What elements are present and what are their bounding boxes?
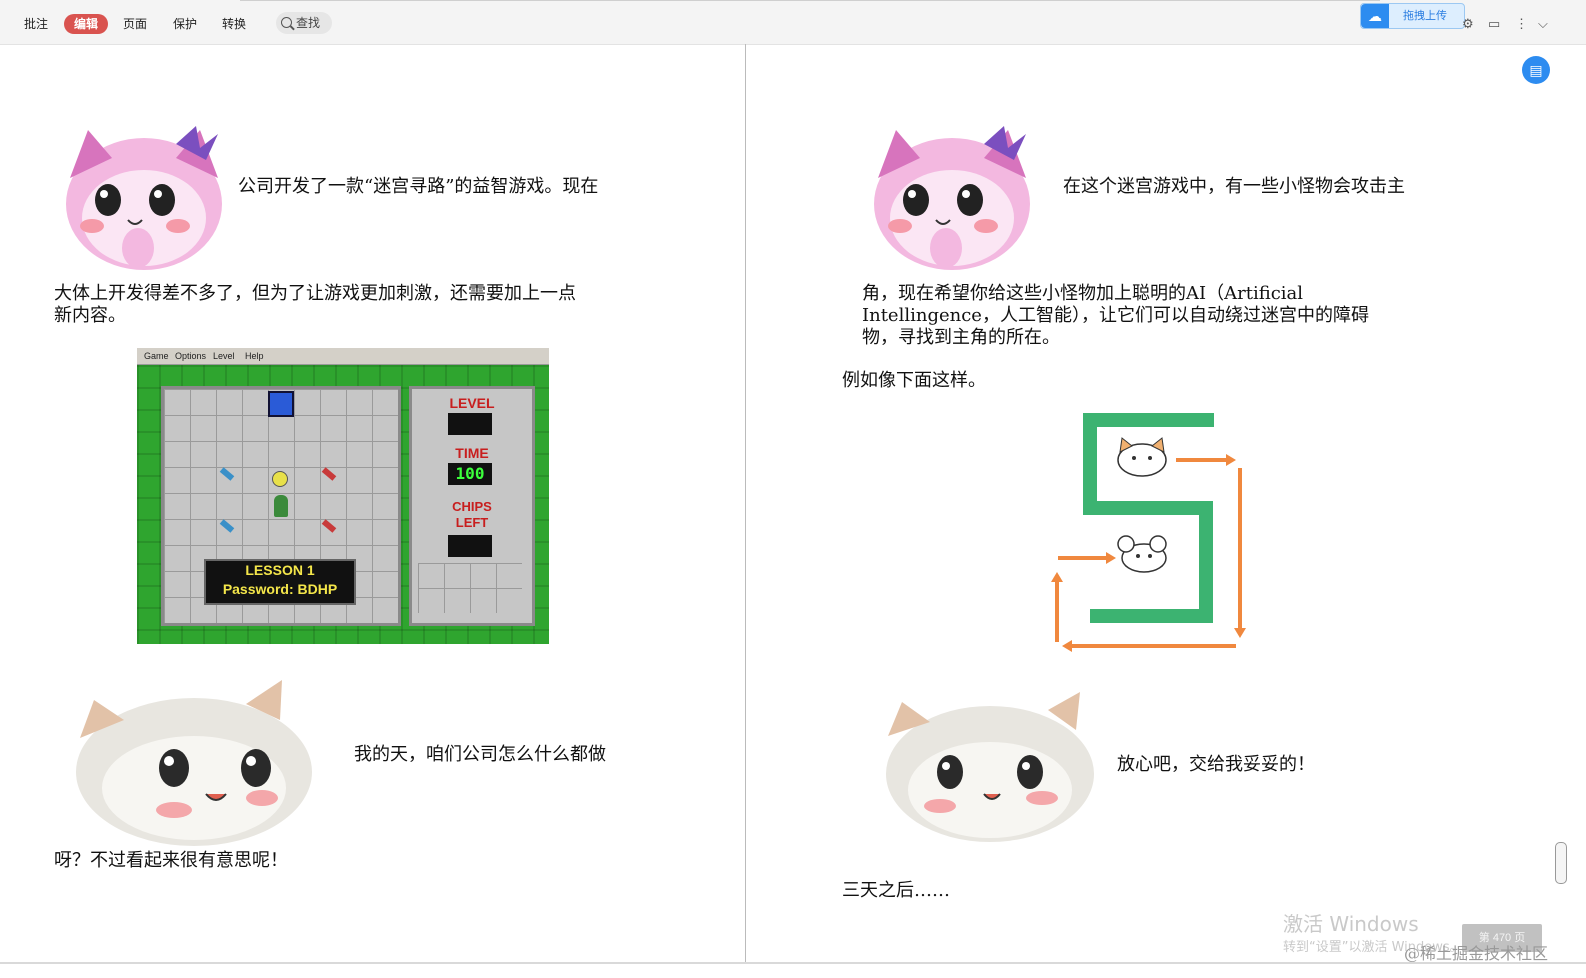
game-menu-options: Options bbox=[175, 351, 207, 361]
tab-comment[interactable]: 批注 bbox=[24, 14, 48, 34]
search-label: 查找 bbox=[296, 16, 321, 30]
settings-icon[interactable]: ⚙ bbox=[1462, 16, 1474, 32]
game-chips-label: CHIPS bbox=[452, 499, 492, 514]
tab-protect[interactable]: 保护 bbox=[173, 14, 197, 34]
right-reply-text: 放心吧，交给我妥妥的！ bbox=[1117, 754, 1315, 775]
game-menu-game: Game bbox=[144, 351, 169, 361]
game-lesson-title: LESSON 1 bbox=[245, 562, 315, 578]
game-chip-tile bbox=[268, 391, 294, 417]
floating-action-button[interactable]: ▤ bbox=[1522, 56, 1550, 84]
upload-button[interactable]: ☁ 拖拽上传 bbox=[1360, 3, 1465, 29]
tab-page[interactable]: 页面 bbox=[123, 14, 147, 34]
game-menu-help: Help bbox=[245, 351, 264, 361]
pink-hamster-image-right bbox=[874, 126, 1030, 270]
game-menubar: Game Options Level Help bbox=[137, 348, 549, 365]
game-chips-display bbox=[448, 535, 492, 557]
right-para1-line4: 物，寻找到主角的所在。 bbox=[862, 327, 1060, 348]
pink-hamster-image bbox=[66, 126, 222, 270]
game-lesson-banner: LESSON 1 Password: BDHP bbox=[204, 559, 356, 605]
cloud-icon: ☁ bbox=[1361, 4, 1389, 28]
game-key-blue-2 bbox=[219, 519, 235, 533]
right-later-text: 三天之后…… bbox=[842, 880, 950, 901]
game-screenshot: Game Options Level Help LESSON 1 Passwor… bbox=[137, 348, 549, 644]
toolbar-top-line bbox=[240, 0, 1380, 5]
chevron-down-icon[interactable]: ⌵ bbox=[1538, 16, 1548, 32]
mouse-icon bbox=[1117, 535, 1167, 573]
game-lesson-password: Password: BDHP bbox=[222, 581, 338, 597]
search-icon bbox=[281, 17, 292, 28]
upload-label: 拖拽上传 bbox=[1403, 10, 1447, 22]
left-para2-line2: 呀？不过看起来很有意思呢！ bbox=[54, 850, 288, 871]
right-para1-line1: 在这个迷宫游戏中，有一些小怪物会攻击主 bbox=[1063, 176, 1405, 197]
comment-icon[interactable]: ▭ bbox=[1488, 16, 1500, 32]
game-left-label: LEFT bbox=[455, 515, 489, 530]
grey-hamster-image-right bbox=[886, 692, 1094, 842]
vertical-scrollbar-thumb[interactable] bbox=[1555, 842, 1567, 884]
left-para1-line1: 公司开发了一款“迷宫寻路”的益智游戏。现在 bbox=[238, 176, 599, 197]
search-button[interactable]: 查找 bbox=[276, 12, 332, 34]
tab-edit[interactable]: 编辑 bbox=[64, 14, 109, 34]
right-para1-line2: 角，现在希望你给这些小怪物加上聪明的AI（Artificial bbox=[862, 283, 1304, 304]
game-player bbox=[274, 495, 288, 517]
cat-icon bbox=[1117, 437, 1167, 477]
game-time-label: TIME bbox=[455, 445, 489, 461]
grey-hamster-image bbox=[76, 680, 312, 846]
left-para1-line3: 新内容。 bbox=[54, 305, 126, 326]
game-time-display: 100 bbox=[448, 463, 492, 485]
maze-diagram bbox=[1051, 413, 1246, 652]
game-board: LESSON 1 Password: BDHP bbox=[161, 386, 401, 626]
source-watermark: @稀土掘金技术社区 bbox=[1404, 944, 1549, 963]
game-key-red bbox=[321, 467, 337, 481]
page-divider bbox=[745, 44, 746, 962]
tab-convert[interactable]: 转换 bbox=[222, 14, 246, 34]
game-key-red-2 bbox=[321, 519, 337, 533]
game-inventory bbox=[418, 563, 522, 613]
game-level-display bbox=[448, 413, 492, 435]
game-side-panel: LEVEL TIME 100 CHIPS LEFT bbox=[409, 386, 535, 626]
right-para1-line3: Intellingence，人工智能），让它们可以自动绕过迷宫中的障碍 bbox=[862, 305, 1369, 326]
activation-watermark-title: 激活 Windows bbox=[1283, 912, 1419, 936]
right-example-text: 例如像下面这样。 bbox=[842, 370, 986, 391]
left-para1-line2: 大体上开发得差不多了，但为了让游戏更加刺激，还需要加上一点 bbox=[54, 283, 576, 304]
more-icon[interactable]: ⋮ bbox=[1515, 16, 1528, 32]
game-key-blue bbox=[219, 467, 235, 481]
game-menu-level: Level bbox=[213, 351, 235, 361]
toolbar: 批注 编辑 页面 保护 转换 查找 ☁ 拖拽上传 ⚙ ▭ ⋮ ⌵ bbox=[0, 0, 1586, 45]
game-level-label: LEVEL bbox=[449, 395, 495, 411]
game-hint-tile bbox=[272, 471, 288, 487]
left-para2-line1: 我的天，咱们公司怎么什么都做 bbox=[354, 744, 606, 765]
horizontal-scrollbar[interactable] bbox=[0, 962, 1586, 964]
